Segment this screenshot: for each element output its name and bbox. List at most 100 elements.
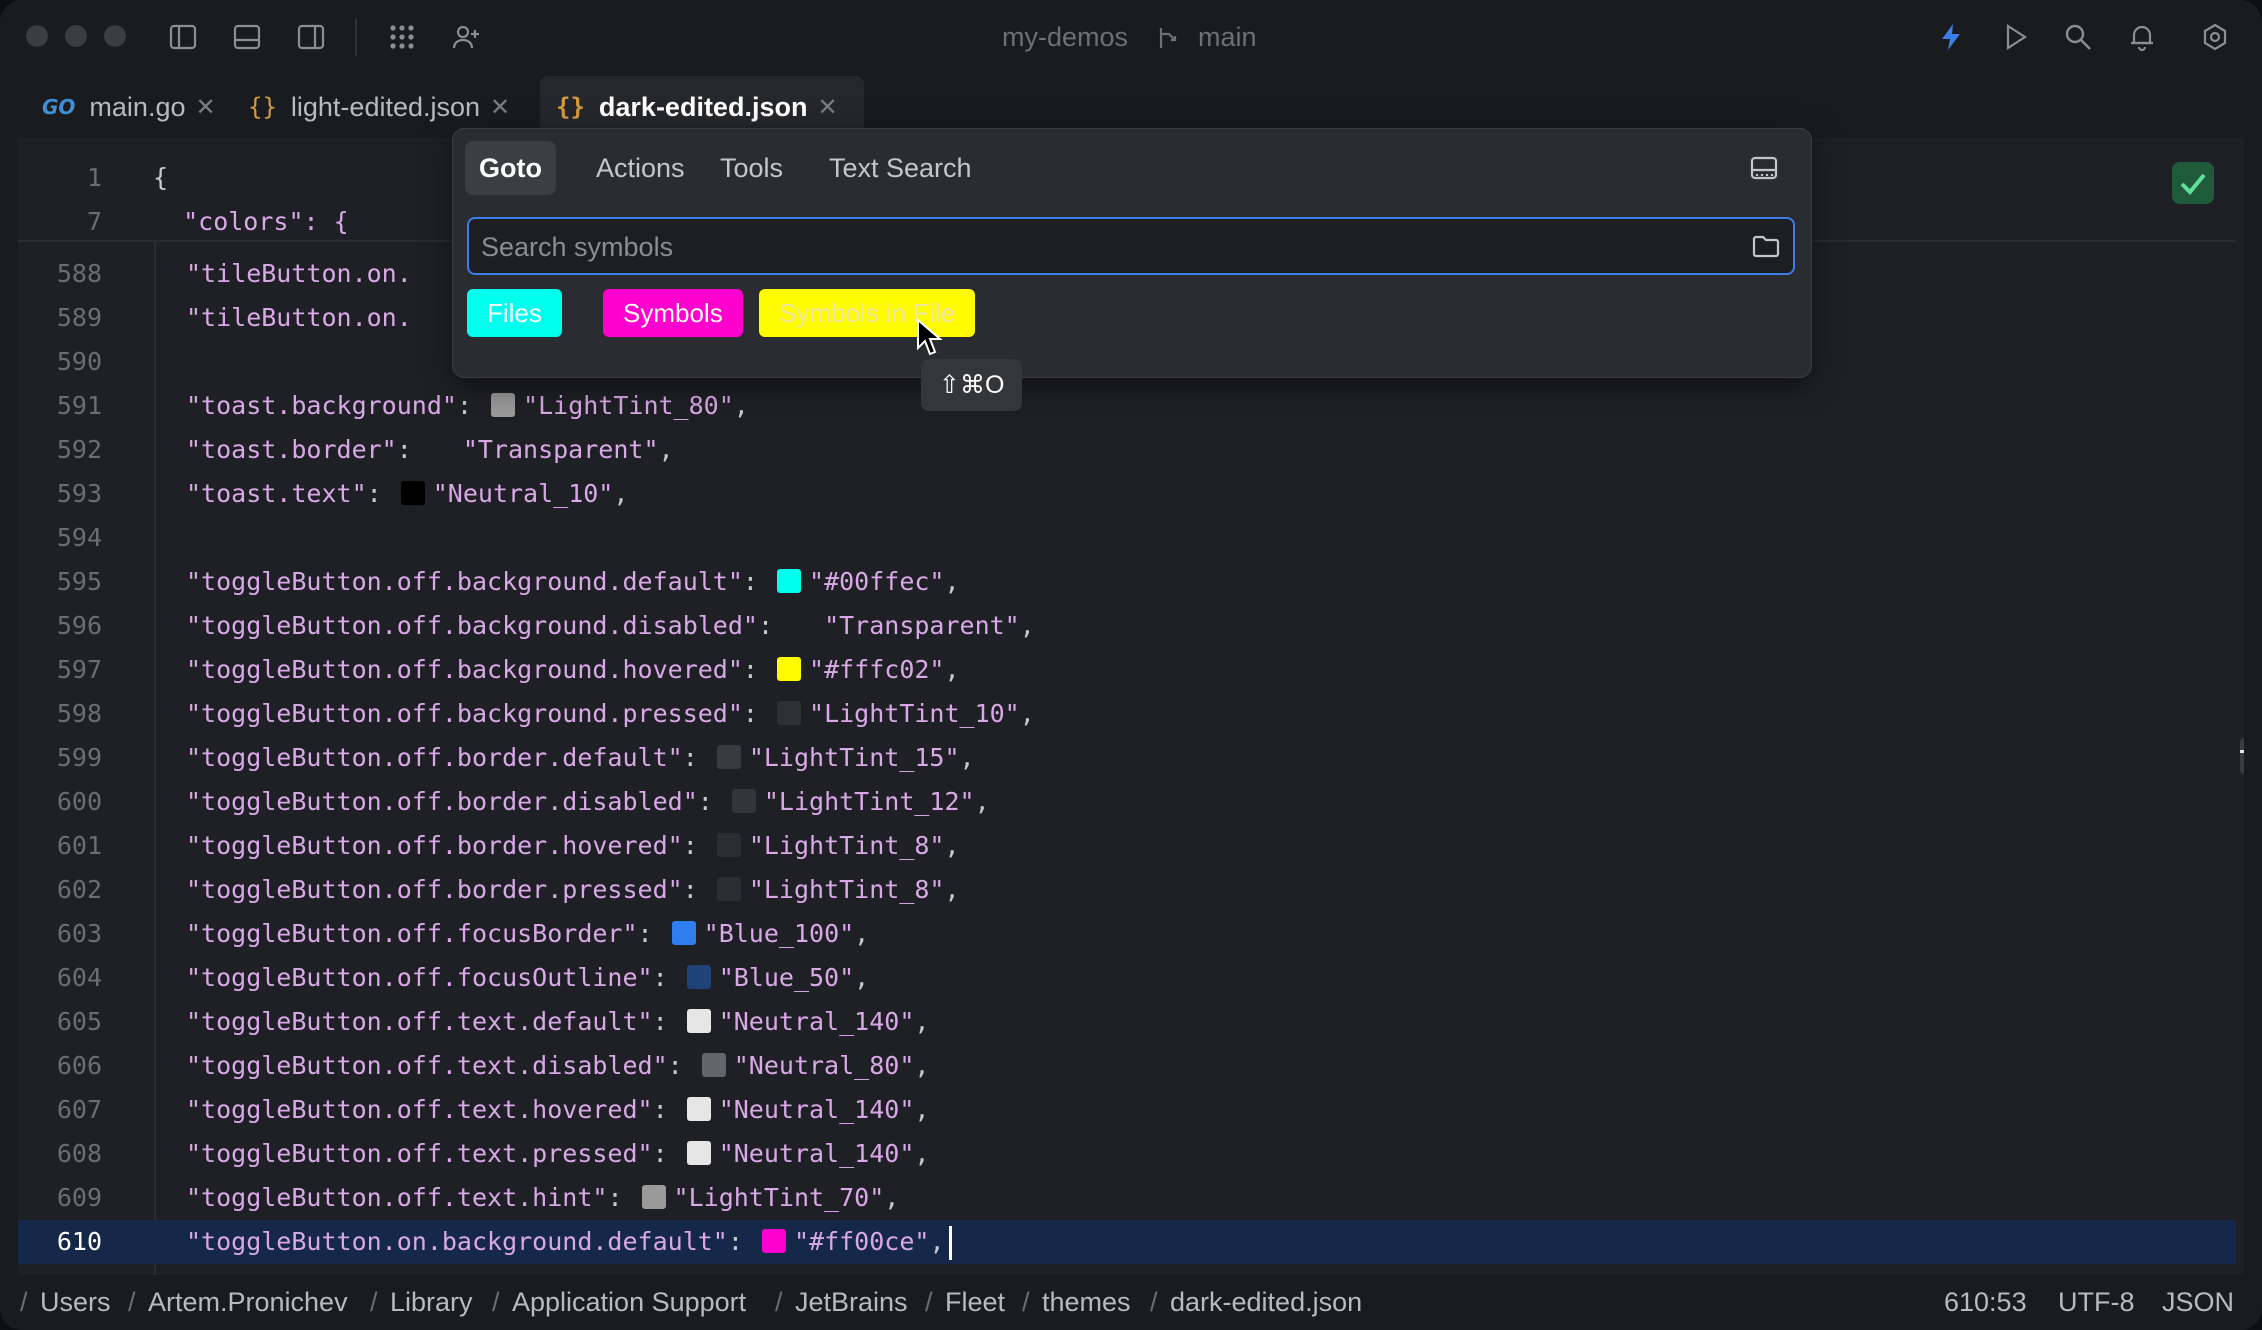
run-icon[interactable]	[2000, 22, 2030, 52]
scrollbar-thumb[interactable]	[2240, 738, 2244, 774]
line-number: 607	[56, 1095, 102, 1124]
color-swatch[interactable]	[716, 833, 741, 857]
color-swatch[interactable]	[716, 745, 741, 769]
search-icon[interactable]	[2063, 22, 2093, 52]
color-swatch[interactable]	[761, 1229, 786, 1253]
color-swatch[interactable]	[431, 437, 455, 461]
settings-gear-icon[interactable]	[2200, 22, 2230, 52]
json-value: "Blue_50"	[718, 963, 855, 992]
close-icon[interactable]: ✕	[490, 93, 510, 122]
line-number: 609	[56, 1183, 102, 1212]
zoom-window-button[interactable]	[104, 25, 126, 47]
code-line[interactable]: 597 "toggleButton.off.background.hovered"…	[18, 648, 2236, 692]
tab-goto[interactable]: Goto	[465, 141, 556, 195]
dock-panel-icon[interactable]	[1749, 153, 1779, 183]
json-key: "toggleButton.off.background.pressed"	[186, 699, 743, 728]
color-swatch[interactable]	[777, 701, 802, 725]
code-text: "colors": {	[153, 207, 349, 236]
grid-menu-icon[interactable]	[387, 22, 417, 52]
line-number: 591	[56, 391, 102, 420]
color-swatch[interactable]	[400, 481, 425, 505]
inspection-ok-check-icon[interactable]	[2172, 162, 2214, 204]
bottom-panel-icon[interactable]	[232, 22, 262, 52]
left-panel-icon[interactable]	[168, 22, 198, 52]
code-line[interactable]: 599 "toggleButton.off.border.default": "L…	[18, 736, 2236, 780]
code-line[interactable]: 591 "toast.background": "LightTint_80",	[18, 384, 2236, 428]
shortcut-tooltip: ⇧⌘O	[921, 359, 1023, 411]
code-line[interactable]: 607 "toggleButton.off.text.hovered": "Neu…	[18, 1088, 2236, 1132]
json-value: "Neutral_140"	[718, 1095, 915, 1124]
json-punctuation: ,	[1019, 611, 1035, 640]
code-text: "toggleButton.on.background.default": "#…	[186, 1220, 952, 1264]
code-line[interactable]: 601 "toggleButton.off.border.hovered": "L…	[18, 824, 2236, 868]
code-line[interactable]: 606 "toggleButton.off.text.disabled": "Ne…	[18, 1044, 2236, 1088]
breadcrumb-item[interactable]: Application Support	[512, 1287, 746, 1318]
breadcrumb-item[interactable]: dark-edited.json	[1170, 1287, 1362, 1318]
cursor-position[interactable]: 610:53	[1944, 1287, 2027, 1318]
lightning-icon[interactable]	[1936, 22, 1966, 52]
breadcrumb-item[interactable]: JetBrains	[795, 1287, 908, 1318]
breadcrumb-item[interactable]: Users	[40, 1287, 111, 1318]
color-swatch[interactable]	[701, 1053, 726, 1077]
color-swatch[interactable]	[641, 1185, 666, 1209]
tab-main-go[interactable]: GO main.go ✕	[42, 76, 216, 138]
code-line[interactable]: 600 "toggleButton.off.border.disabled": "…	[18, 780, 2236, 824]
color-swatch[interactable]	[686, 1009, 711, 1033]
json-punctuation: ,	[959, 743, 975, 772]
close-icon[interactable]: ✕	[195, 93, 215, 122]
search-symbols-input[interactable]	[479, 219, 1733, 275]
file-encoding[interactable]: UTF-8	[2058, 1287, 2135, 1318]
color-swatch[interactable]	[686, 965, 711, 989]
minimize-window-button[interactable]	[65, 25, 87, 47]
code-line[interactable]: 598 "toggleButton.off.background.pressed"…	[18, 692, 2236, 736]
close-icon[interactable]: ✕	[817, 93, 837, 122]
project-name[interactable]: my-demos	[1002, 22, 1128, 53]
json-punctuation: ,	[944, 655, 960, 684]
color-swatch[interactable]	[671, 921, 696, 945]
tab-actions[interactable]: Actions	[582, 141, 699, 195]
color-swatch[interactable]	[686, 1097, 711, 1121]
add-collaborator-icon[interactable]	[451, 22, 481, 52]
code-line[interactable]: 594	[18, 516, 2236, 560]
file-language[interactable]: JSON	[2162, 1287, 2234, 1318]
code-line[interactable]: 610 "toggleButton.on.background.default":…	[18, 1220, 2236, 1264]
code-text: "toast.background": "LightTint_80",	[186, 391, 749, 420]
symbols-filter-chip[interactable]: Symbols	[603, 289, 743, 337]
breadcrumb-item[interactable]: themes	[1042, 1287, 1131, 1318]
json-punctuation: ,	[1019, 699, 1035, 728]
code-line[interactable]: 595 "toggleButton.off.background.default"…	[18, 560, 2236, 604]
right-panel-icon[interactable]	[296, 22, 326, 52]
code-line[interactable]: 605 "toggleButton.off.text.default": "Neu…	[18, 1000, 2236, 1044]
folder-icon[interactable]	[1751, 231, 1781, 261]
line-number: 599	[56, 743, 102, 772]
tab-label: main.go	[89, 91, 186, 122]
code-line[interactable]: 592 "toast.border": "Transparent",	[18, 428, 2236, 472]
color-swatch[interactable]	[686, 1141, 711, 1165]
code-line[interactable]: 608 "toggleButton.off.text.pressed": "Neu…	[18, 1132, 2236, 1176]
breadcrumb-item[interactable]: Artem.Pronichev	[148, 1287, 348, 1318]
code-line[interactable]: 602 "toggleButton.off.border.pressed": "L…	[18, 868, 2236, 912]
color-swatch[interactable]	[777, 657, 802, 681]
color-swatch[interactable]	[792, 613, 816, 637]
close-window-button[interactable]	[26, 25, 48, 47]
color-swatch[interactable]	[777, 569, 802, 593]
color-swatch[interactable]	[716, 877, 741, 901]
color-swatch[interactable]	[491, 393, 516, 417]
code-line[interactable]: 604 "toggleButton.off.focusOutline": "Blu…	[18, 956, 2236, 1000]
json-punctuation: ,	[733, 391, 749, 420]
notifications-bell-icon[interactable]	[2127, 22, 2157, 52]
code-line[interactable]: 609 "toggleButton.off.text.hint": "LightT…	[18, 1176, 2236, 1220]
code-line[interactable]: 593 "toast.text": "Neutral_10",	[18, 472, 2236, 516]
code-line[interactable]: 596 "toggleButton.off.background.disabled…	[18, 604, 2236, 648]
files-filter-chip[interactable]: Files	[467, 289, 562, 337]
breadcrumb-item[interactable]: Library	[390, 1287, 473, 1318]
branch-name[interactable]: main	[1198, 22, 1257, 53]
breadcrumb-item[interactable]: Fleet	[945, 1287, 1005, 1318]
color-swatch[interactable]	[731, 789, 756, 813]
line-number: 597	[56, 655, 102, 684]
code-line[interactable]: 603 "toggleButton.off.focusBorder": "Blue…	[18, 912, 2236, 956]
tab-text-search[interactable]: Text Search	[815, 141, 986, 195]
tab-tools[interactable]: Tools	[706, 141, 797, 195]
json-value: "#fffc02"	[809, 655, 945, 684]
search-field[interactable]	[467, 217, 1795, 275]
